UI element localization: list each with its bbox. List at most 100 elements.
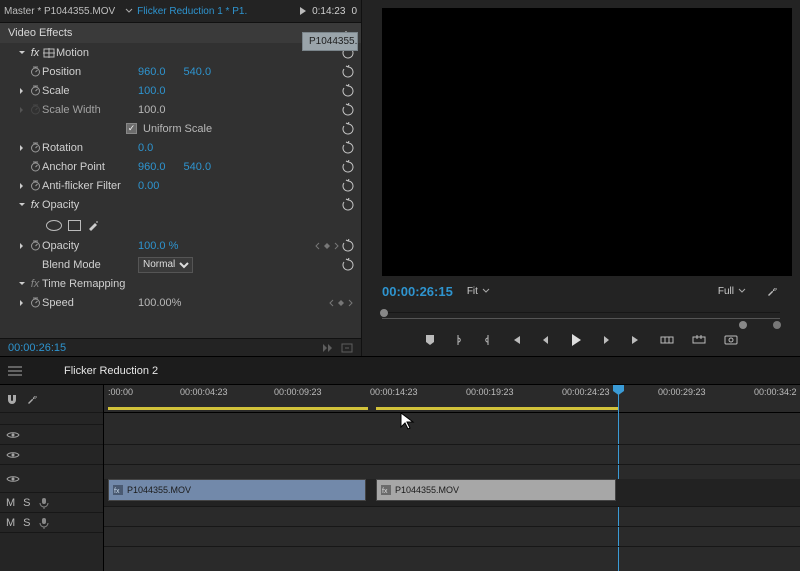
tab-master-clip[interactable]: Master * P1044355.MOV — [4, 6, 115, 17]
stopwatch-icon[interactable] — [30, 142, 41, 153]
reset-button[interactable] — [341, 258, 355, 272]
stopwatch-icon[interactable] — [30, 104, 41, 115]
position-y-value[interactable]: 540.0 — [184, 66, 212, 78]
solo-button[interactable]: S — [23, 497, 30, 509]
track-v3-header[interactable] — [0, 425, 103, 445]
next-keyframe-icon[interactable] — [348, 299, 354, 307]
play-only-icon[interactable] — [321, 342, 333, 354]
mute-button[interactable]: M — [6, 517, 15, 529]
reset-button[interactable] — [341, 239, 355, 253]
stopwatch-icon[interactable] — [30, 240, 41, 251]
go-to-in-icon[interactable] — [510, 334, 522, 346]
step-back-icon[interactable] — [540, 334, 552, 346]
chevron-down-icon[interactable] — [18, 201, 26, 209]
add-keyframe-icon[interactable] — [323, 242, 331, 250]
scale-value[interactable]: 100.0 — [138, 85, 166, 97]
speed-value[interactable]: 100.00% — [138, 297, 181, 309]
uniform-scale-checkbox[interactable] — [126, 123, 137, 134]
effect-time-remapping[interactable]: fx Time Remapping — [0, 274, 361, 293]
sequence-name[interactable]: Flicker Reduction 2 — [64, 365, 158, 377]
reset-button[interactable] — [341, 179, 355, 193]
mute-button[interactable]: M — [6, 497, 15, 509]
work-area-bar[interactable] — [376, 407, 618, 410]
tab-selected-effect[interactable]: Flicker Reduction 1 * P1... — [137, 6, 247, 17]
reset-button[interactable] — [341, 141, 355, 155]
chevron-right-icon[interactable] — [18, 87, 26, 95]
lift-icon[interactable] — [660, 334, 674, 346]
track-a1-header[interactable]: MS — [0, 493, 103, 513]
extract-icon[interactable] — [692, 334, 706, 346]
go-to-out-icon[interactable] — [630, 334, 642, 346]
reset-button[interactable] — [341, 160, 355, 174]
stopwatch-icon[interactable] — [30, 85, 41, 96]
panel-timecode[interactable]: 0:14:23 — [312, 6, 345, 17]
mic-icon[interactable] — [39, 517, 49, 529]
opacity-value[interactable]: 100.0 % — [138, 240, 178, 252]
track-v1-header[interactable] — [0, 465, 103, 493]
solo-button[interactable]: S — [23, 517, 30, 529]
chevron-right-icon[interactable] — [18, 144, 26, 152]
stopwatch-icon[interactable] — [30, 66, 41, 77]
snap-icon[interactable] — [6, 393, 18, 405]
reset-button[interactable] — [341, 103, 355, 117]
resolution-select[interactable]: Full — [718, 286, 746, 297]
mark-in-icon[interactable] — [454, 334, 464, 346]
work-area-bar[interactable] — [108, 407, 368, 410]
timeline-clip[interactable]: fx P1044355.MOV — [108, 479, 366, 501]
ellipse-mask-icon[interactable] — [46, 220, 62, 231]
fx-icon[interactable]: fx — [28, 47, 42, 59]
export-frame-icon[interactable] — [724, 334, 738, 346]
pen-mask-icon[interactable] — [87, 219, 99, 231]
zoom-select[interactable]: Fit — [467, 286, 490, 297]
rectangle-mask-icon[interactable] — [68, 220, 81, 231]
next-keyframe-icon[interactable] — [334, 242, 340, 250]
chevron-right-icon[interactable] — [18, 106, 26, 114]
effect-opacity[interactable]: fx Opacity — [0, 195, 361, 214]
fx-icon[interactable]: fx — [28, 199, 42, 211]
mark-out-icon[interactable] — [482, 334, 492, 346]
program-timecode[interactable]: 00:00:26:15 — [382, 284, 453, 299]
position-x-value[interactable]: 960.0 — [138, 66, 166, 78]
rotation-value[interactable]: 0.0 — [138, 142, 153, 154]
mic-icon[interactable] — [39, 497, 49, 509]
chevron-down-icon[interactable] — [125, 7, 133, 15]
source-clip-badge[interactable]: P1044355.MO — [302, 32, 358, 51]
chevron-down-icon[interactable] — [18, 49, 26, 57]
anchor-x-value[interactable]: 960.0 — [138, 161, 166, 173]
scrubber-head[interactable] — [380, 309, 388, 317]
timeline-clip[interactable]: fx P1044355.MOV — [376, 479, 616, 501]
chevron-right-icon[interactable] — [18, 299, 26, 307]
play-icon[interactable] — [300, 7, 306, 15]
loop-icon[interactable] — [341, 342, 353, 354]
eye-icon[interactable] — [6, 450, 20, 460]
anchor-y-value[interactable]: 540.0 — [184, 161, 212, 173]
add-keyframe-icon[interactable] — [337, 299, 345, 307]
footer-timecode[interactable]: 00:00:26:15 — [8, 342, 66, 354]
wrench-icon[interactable] — [766, 284, 780, 298]
eye-icon[interactable] — [6, 474, 20, 484]
track-v2-header[interactable] — [0, 445, 103, 465]
timeline-tracks[interactable]: :00:00 00:00:04:23 00:00:09:23 00:00:14:… — [104, 385, 800, 571]
prev-keyframe-icon[interactable] — [328, 299, 334, 307]
stopwatch-icon[interactable] — [30, 180, 41, 191]
track-a2-header[interactable]: MS — [0, 513, 103, 533]
play-icon[interactable] — [570, 333, 582, 347]
reset-button[interactable] — [341, 122, 355, 136]
stopwatch-icon[interactable] — [30, 297, 41, 308]
chevron-down-icon[interactable] — [18, 280, 26, 288]
panel-menu-icon[interactable] — [8, 366, 22, 376]
prev-keyframe-icon[interactable] — [314, 242, 320, 250]
time-ruler[interactable]: :00:00 00:00:04:23 00:00:09:23 00:00:14:… — [104, 385, 800, 413]
anti-flicker-value[interactable]: 0.00 — [138, 180, 159, 192]
program-scrubber[interactable] — [374, 302, 788, 324]
reset-button[interactable] — [341, 65, 355, 79]
wrench-icon[interactable] — [26, 392, 40, 406]
eye-icon[interactable] — [6, 430, 20, 440]
add-marker-icon[interactable] — [424, 334, 436, 346]
video-viewport[interactable] — [382, 8, 792, 276]
stopwatch-icon[interactable] — [30, 161, 41, 172]
step-forward-icon[interactable] — [600, 334, 612, 346]
chevron-right-icon[interactable] — [18, 182, 26, 190]
blend-mode-select[interactable]: Normal — [138, 257, 193, 273]
reset-button[interactable] — [341, 198, 355, 212]
